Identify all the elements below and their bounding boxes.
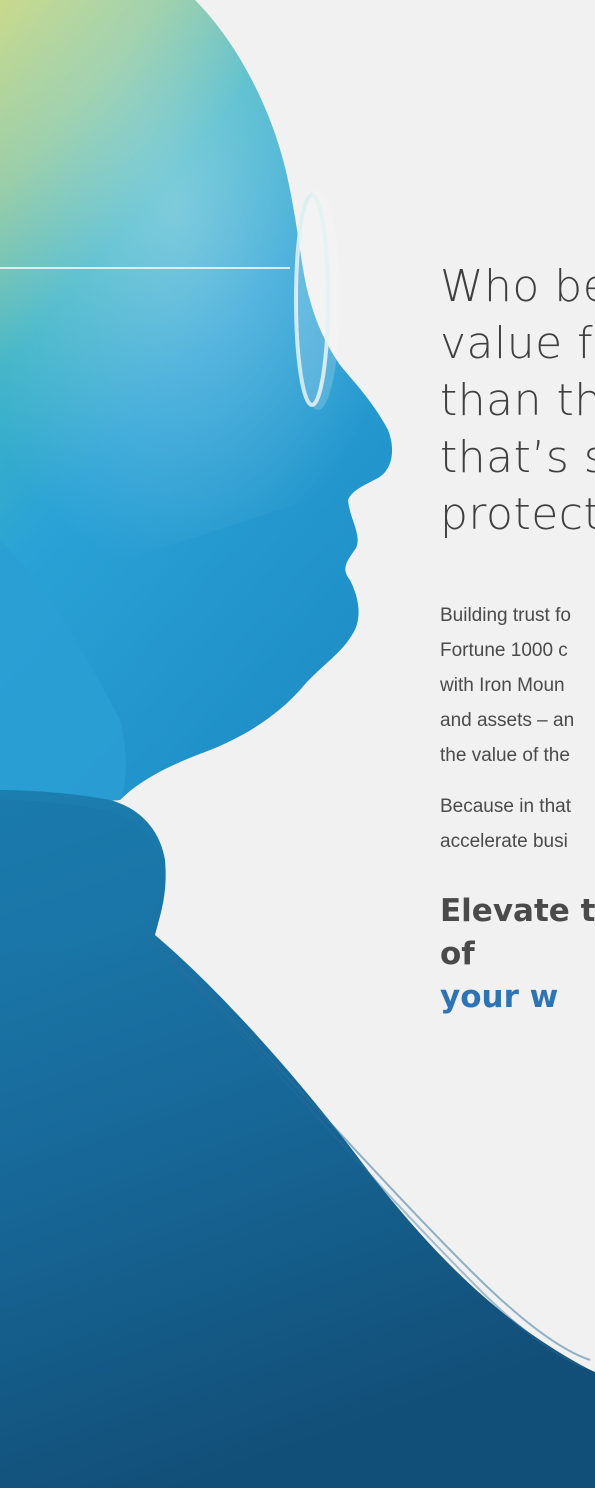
headline-line: than th xyxy=(440,375,595,426)
body-line: Building trust fo xyxy=(440,605,571,626)
headline: Who be value f than th that’s s protect xyxy=(440,258,595,543)
headline-line: value f xyxy=(440,318,594,369)
headline-line: Who be xyxy=(440,261,595,312)
cta-line-2: of your w xyxy=(440,933,595,1019)
body-copy: Building trust fo Fortune 1000 c with Ir… xyxy=(440,598,595,859)
cta-line-2-prefix: of xyxy=(440,936,475,972)
headline-line: protect xyxy=(440,489,595,540)
body-line: with Iron Moun xyxy=(440,675,565,696)
body-paragraph-1: Building trust fo Fortune 1000 c with Ir… xyxy=(440,598,595,773)
body-line: Because in that xyxy=(440,796,571,817)
body-paragraph-2: Because in that accelerate busi xyxy=(440,789,595,859)
page: Who be value f than th that’s s protect … xyxy=(0,0,595,1488)
headline-line: that’s s xyxy=(440,432,595,483)
cta-accent-text: your w xyxy=(440,979,559,1015)
body-line: and assets – an xyxy=(440,710,575,731)
body-line: accelerate busi xyxy=(440,831,568,852)
body-line: the value of the xyxy=(440,745,570,766)
cta-line-1: Elevate t xyxy=(440,893,595,929)
cta-heading: Elevate t of your w xyxy=(440,890,595,1019)
body-line: Fortune 1000 c xyxy=(440,640,568,661)
